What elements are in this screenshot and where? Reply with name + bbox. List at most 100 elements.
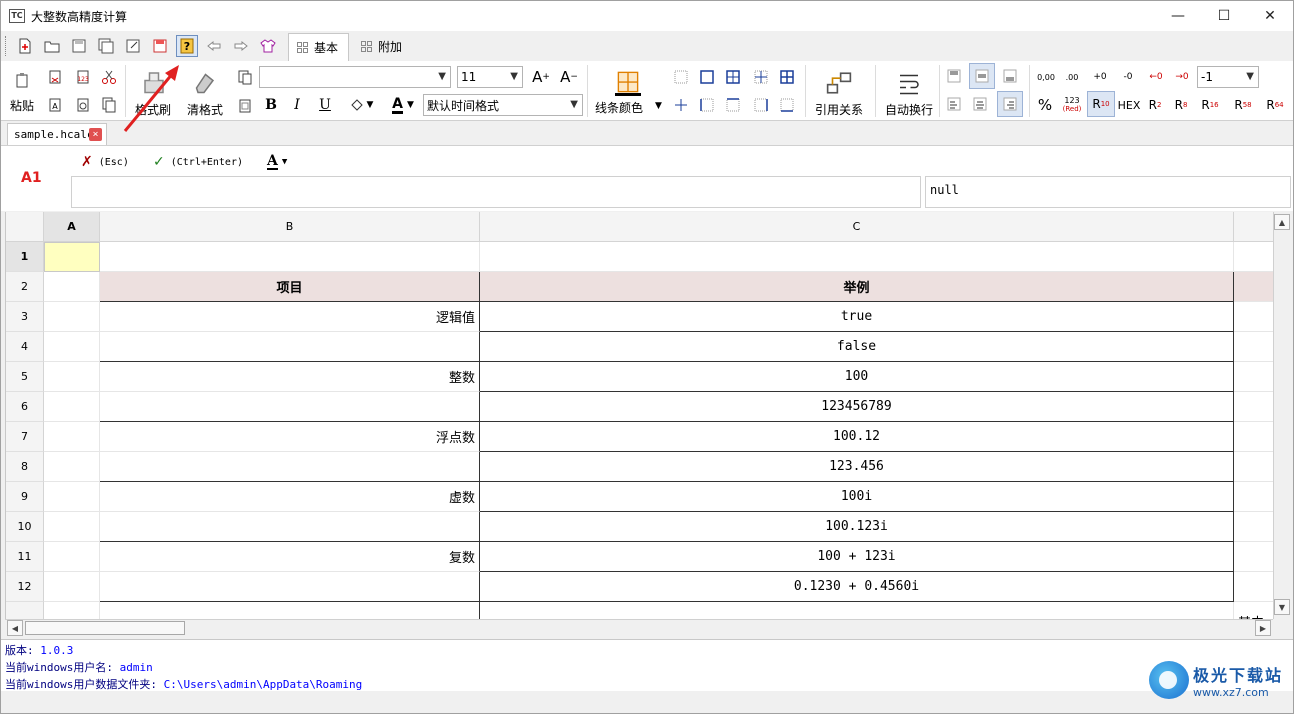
time-format-select[interactable]: 默认时间格式 ▼: [423, 94, 583, 116]
increase-decimal-button[interactable]: +0: [1089, 67, 1111, 87]
font-name-select[interactable]: ▼: [259, 66, 451, 88]
cell[interactable]: [1234, 422, 1273, 452]
theme-button[interactable]: [257, 35, 279, 57]
cell[interactable]: [1234, 572, 1273, 602]
row-header[interactable]: 4: [6, 332, 44, 362]
align-bottom-button[interactable]: [999, 65, 1021, 87]
type-cell[interactable]: [100, 332, 480, 362]
example-cell[interactable]: 100.123i: [480, 512, 1234, 542]
close-tab-icon[interactable]: ×: [89, 128, 102, 141]
vertical-scrollbar[interactable]: ▲ ▼: [1273, 212, 1291, 619]
cell[interactable]: [44, 512, 100, 542]
minimize-button[interactable]: —: [1155, 1, 1201, 31]
type-cell[interactable]: [100, 392, 480, 422]
format-copy-button[interactable]: [235, 67, 255, 87]
column-header[interactable]: B: [100, 212, 480, 242]
help-button[interactable]: ?: [176, 35, 198, 57]
cell-a1[interactable]: [44, 242, 100, 272]
paste-special-button[interactable]: [73, 95, 93, 115]
cell[interactable]: [1234, 272, 1273, 302]
radix-16-button[interactable]: R 16: [1199, 95, 1221, 115]
scroll-right-icon[interactable]: ▶: [1255, 620, 1271, 636]
new-file-button[interactable]: [14, 35, 36, 57]
horizontal-scrollbar[interactable]: ◀ ▶: [5, 619, 1273, 637]
thousands-button[interactable]: 0,00: [1035, 67, 1057, 87]
border-right-button[interactable]: [751, 95, 771, 115]
reference-button[interactable]: [825, 69, 853, 97]
row-header[interactable]: 10: [6, 512, 44, 542]
tab-extra[interactable]: 附加: [353, 32, 412, 60]
save-as-button[interactable]: [122, 35, 144, 57]
cell[interactable]: [1234, 302, 1273, 332]
cell[interactable]: [44, 302, 100, 332]
row-header[interactable]: 12: [6, 572, 44, 602]
formula-input[interactable]: [71, 176, 921, 208]
cell[interactable]: [1234, 242, 1273, 272]
clear-format-button[interactable]: [191, 69, 217, 95]
type-cell[interactable]: 复数: [100, 542, 480, 572]
italic-button[interactable]: I: [289, 95, 305, 115]
wrap-button[interactable]: [895, 69, 923, 97]
type-cell[interactable]: 浮点数: [100, 422, 480, 452]
hex-button[interactable]: HEX: [1117, 95, 1141, 115]
cell[interactable]: [44, 452, 100, 482]
row-header[interactable]: 7: [6, 422, 44, 452]
format-paste-button[interactable]: [235, 95, 255, 115]
decrease-decimal-button[interactable]: -0: [1117, 67, 1139, 87]
row-header[interactable]: 6: [6, 392, 44, 422]
font-grow-button[interactable]: A +: [531, 67, 551, 87]
radix-2-button[interactable]: R2: [1145, 95, 1165, 115]
border-none-button[interactable]: [671, 67, 691, 87]
shift-right-button[interactable]: →0: [1171, 67, 1193, 87]
save-all-button[interactable]: [95, 35, 117, 57]
font-style-button[interactable]: A ▼: [267, 154, 287, 170]
cut-button[interactable]: [99, 67, 119, 87]
column-header[interactable]: [1234, 212, 1273, 242]
cell[interactable]: [44, 332, 100, 362]
cell[interactable]: [1234, 452, 1273, 482]
paste-button[interactable]: [11, 69, 33, 91]
open-file-button[interactable]: [41, 35, 63, 57]
row-header[interactable]: [6, 602, 44, 619]
paste-num-button[interactable]: 123: [73, 67, 93, 87]
font-color-button[interactable]: A ▼: [385, 95, 421, 115]
align-top-button[interactable]: [943, 65, 965, 87]
type-cell[interactable]: [100, 572, 480, 602]
align-middle-button[interactable]: [969, 63, 995, 89]
cell[interactable]: [480, 602, 1234, 619]
cell[interactable]: [100, 602, 480, 619]
cell[interactable]: [44, 392, 100, 422]
example-cell[interactable]: 0.1230 + 0.4560i: [480, 572, 1234, 602]
font-shrink-button[interactable]: A −: [559, 67, 579, 87]
copy-format-button[interactable]: [45, 67, 65, 87]
type-cell[interactable]: 整数: [100, 362, 480, 392]
border-left-button[interactable]: [697, 95, 717, 115]
type-cell[interactable]: [100, 512, 480, 542]
document-tab[interactable]: sample.hcalc ×: [7, 123, 107, 145]
cancel-edit-button[interactable]: ✗ (Esc): [81, 154, 129, 170]
cell[interactable]: [1234, 542, 1273, 572]
border-outer-button[interactable]: [697, 67, 717, 87]
row-header[interactable]: 11: [6, 542, 44, 572]
border-inner-button[interactable]: [751, 67, 771, 87]
scroll-left-icon[interactable]: ◀: [7, 620, 23, 636]
type-cell[interactable]: 逻辑值: [100, 302, 480, 332]
example-cell[interactable]: 100i: [480, 482, 1234, 512]
line-color-swatch[interactable]: [615, 69, 641, 95]
cell[interactable]: [44, 272, 100, 302]
align-left-button[interactable]: [943, 93, 965, 115]
type-cell[interactable]: 虚数: [100, 482, 480, 512]
align-right-button[interactable]: [997, 91, 1023, 117]
border-bottom-button[interactable]: [777, 95, 797, 115]
red-negative-button[interactable]: 123 (Red): [1059, 93, 1085, 117]
row-header[interactable]: 9: [6, 482, 44, 512]
border-all-button[interactable]: [723, 67, 743, 87]
example-cell[interactable]: 100.12: [480, 422, 1234, 452]
cell[interactable]: [44, 482, 100, 512]
fill-color-button[interactable]: ▼: [343, 95, 379, 115]
cell[interactable]: [1234, 482, 1273, 512]
radix-10-button[interactable]: R 10: [1087, 91, 1115, 117]
border-cross-button[interactable]: [671, 95, 691, 115]
example-cell[interactable]: 100: [480, 362, 1234, 392]
radix-58-button[interactable]: R 58: [1231, 95, 1255, 115]
